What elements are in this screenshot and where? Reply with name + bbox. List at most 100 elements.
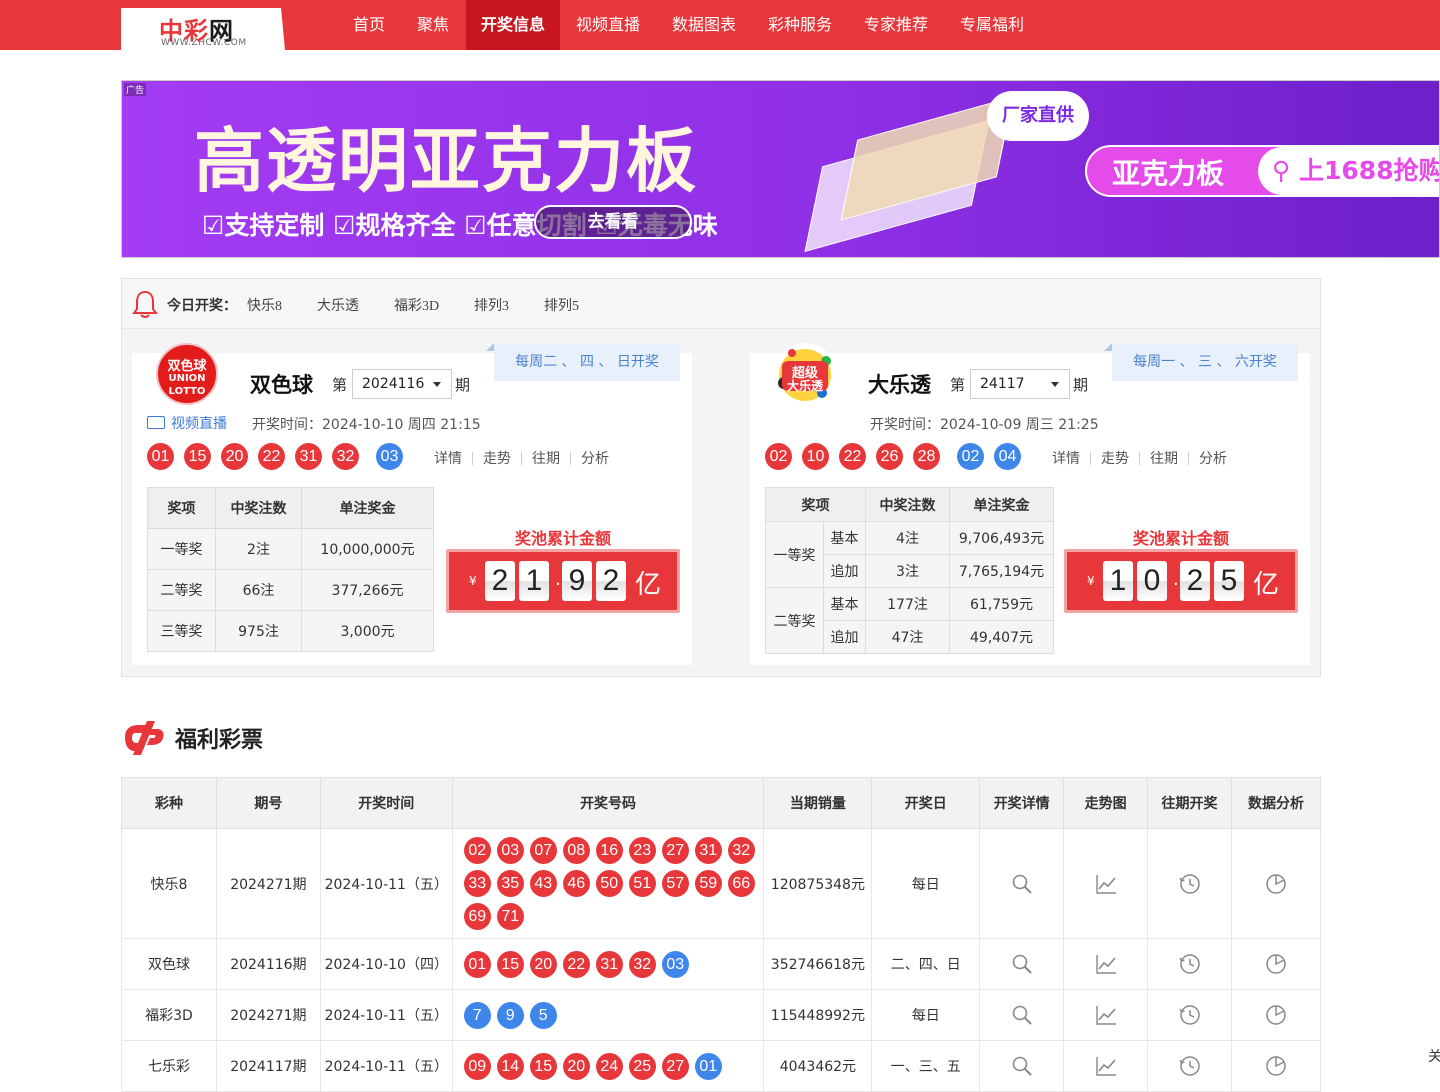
table-header: 奖项	[147, 487, 216, 529]
link-divider	[1090, 452, 1091, 465]
pool-digit: 2	[596, 561, 626, 601]
draw-link[interactable]: 往期	[1150, 451, 1178, 467]
red-ball: 20	[562, 1052, 590, 1080]
blue-ball: 5	[529, 1001, 557, 1029]
table-header: 期号	[215, 777, 321, 829]
sales-amount: 4043462元	[763, 1040, 873, 1092]
draw-link[interactable]: 走势	[1101, 451, 1129, 467]
draw-link[interactable]: 走势	[483, 451, 511, 467]
nav-item[interactable]: 聚焦	[402, 0, 464, 50]
trend-chart-icon[interactable]	[1094, 872, 1118, 896]
magnifier-icon[interactable]	[1010, 1003, 1034, 1027]
trend-chart-icon[interactable]	[1094, 952, 1118, 976]
table-row: 双色球 2024116期 2024-10-10（四） 01 15 20 22 31 32 03 35…	[121, 938, 1321, 990]
draw-time: 2024-10-10（四）	[319, 938, 453, 990]
dlt-issue-select[interactable]: 24117	[970, 369, 1070, 399]
prize-level: 二等奖	[765, 587, 824, 654]
prize-amount: 377,266元	[301, 569, 434, 611]
magnifier-icon[interactable]	[1010, 872, 1034, 896]
pool-digit: 0	[1137, 561, 1167, 601]
nav-item[interactable]: 彩种服务	[752, 0, 848, 50]
nav-item[interactable]: 首页	[340, 0, 398, 50]
table-header: 数据分析	[1231, 777, 1321, 829]
draw-time: 2024-10-11（五）	[319, 989, 453, 1041]
today-lottery-link[interactable]: 排列3	[474, 295, 509, 315]
today-lottery-link[interactable]: 排列5	[544, 295, 579, 315]
draw-link[interactable]: 往期	[532, 451, 560, 467]
pie-chart-icon[interactable]	[1264, 872, 1288, 896]
pie-chart-icon[interactable]	[1264, 952, 1288, 976]
draw-link[interactable]: 分析	[581, 451, 609, 467]
red-ball: 22	[258, 443, 285, 470]
draw-link[interactable]: 详情	[434, 451, 462, 467]
decimal-point: ·	[555, 574, 561, 595]
prize-level: 二等奖	[147, 569, 216, 611]
today-lottery-link[interactable]: 福彩3D	[394, 295, 439, 315]
red-ball: 10	[802, 443, 829, 470]
nav-item[interactable]: 开奖信息	[466, 0, 560, 50]
history-icon[interactable]	[1178, 952, 1202, 976]
nav-item[interactable]: 专家推荐	[848, 0, 944, 50]
close-button[interactable]: 关	[1428, 1046, 1440, 1066]
prize-level: 一等奖	[147, 528, 216, 570]
red-ball: 02	[463, 837, 491, 864]
nav-item[interactable]: 数据图表	[656, 0, 752, 50]
ad-banner[interactable]: 广告 高透明亚克力板 ☑支持定制 ☑规格齐全 ☑任意切割 ☑无毒无味 去看看 厂…	[121, 80, 1440, 258]
ssq-name: 双色球	[250, 373, 313, 397]
section-title: 福利彩票	[175, 728, 264, 753]
prize-count: 975注	[215, 610, 302, 652]
nav-item[interactable]: 视频直播	[560, 0, 656, 50]
video-live-link[interactable]: 视频直播	[147, 413, 227, 433]
red-ball: 27	[661, 1052, 689, 1080]
link-divider	[570, 452, 571, 465]
table-header: 中奖注数	[215, 487, 302, 529]
pool-unit: 亿	[635, 570, 662, 600]
nav-item[interactable]: 专属福利	[944, 0, 1040, 50]
ssq-logo: 双色球 UNION LOTTO	[156, 343, 218, 405]
table-header: 往期开奖	[1147, 777, 1232, 829]
pie-chart-icon[interactable]	[1264, 1054, 1288, 1078]
history-icon[interactable]	[1178, 1003, 1202, 1027]
link-divider	[1139, 452, 1140, 465]
ssq-issue-select[interactable]: 2024116	[352, 369, 452, 399]
ad-title: 高透明亚克力板	[194, 120, 698, 202]
link-divider	[472, 452, 473, 465]
ad-cta-button[interactable]: 去看看	[534, 205, 692, 239]
today-lottery-link[interactable]: 快乐8	[247, 295, 282, 315]
action-cell	[1147, 1040, 1232, 1092]
red-ball: 07	[529, 837, 557, 864]
trend-chart-icon[interactable]	[1094, 1054, 1118, 1078]
dlt-schedule-tag: 每周一 、 三 、 六开奖	[1104, 343, 1298, 381]
action-cell	[1063, 989, 1149, 1041]
table-row: 快乐8 2024271期 2024-10-11（五） 02 03 07 08 16 23 27 31…	[121, 828, 1321, 939]
red-ball: 26	[876, 443, 903, 470]
site-logo[interactable]: 中彩网 WWW.ZHCW.COM	[121, 8, 285, 50]
dlt-name: 大乐透	[868, 373, 931, 397]
red-ball: 09	[463, 1052, 491, 1080]
red-ball: 15	[496, 950, 524, 978]
table-row: 福彩3D 2024271期 2024-10-11（五） 7 9 5 115448992元 每日	[121, 989, 1321, 1041]
draw-link[interactable]: 分析	[1199, 451, 1227, 467]
prize-level: 三等奖	[147, 610, 216, 652]
red-ball: 08	[562, 837, 590, 864]
draw-days: 一、三、五	[871, 1040, 981, 1092]
ad-search-pill[interactable]: ⚲ 上1688抢购	[1258, 147, 1439, 195]
magnifier-icon[interactable]	[1010, 1054, 1034, 1078]
trend-chart-icon[interactable]	[1094, 1003, 1118, 1027]
sales-amount: 352746618元	[763, 938, 873, 990]
history-icon[interactable]	[1178, 872, 1202, 896]
today-bar: 今日开奖： 快乐8 大乐透 福彩3D 排列3 排列5	[122, 279, 1320, 329]
prize-count: 177注	[865, 587, 950, 621]
prize-level: 一等奖	[765, 521, 824, 588]
prize-count: 66注	[215, 569, 302, 611]
action-cell	[1147, 989, 1232, 1041]
today-lottery-link[interactable]: 大乐透	[317, 295, 359, 315]
draw-link[interactable]: 详情	[1052, 451, 1080, 467]
pool-digit: 5	[1214, 561, 1244, 601]
blue-ball: 9	[496, 1001, 524, 1029]
pie-chart-icon[interactable]	[1264, 1003, 1288, 1027]
history-icon[interactable]	[1178, 1054, 1202, 1078]
blue-ball: 02	[957, 443, 984, 470]
dlt-links: 详情 走势 往期 分析	[1052, 448, 1227, 468]
magnifier-icon[interactable]	[1010, 952, 1034, 976]
